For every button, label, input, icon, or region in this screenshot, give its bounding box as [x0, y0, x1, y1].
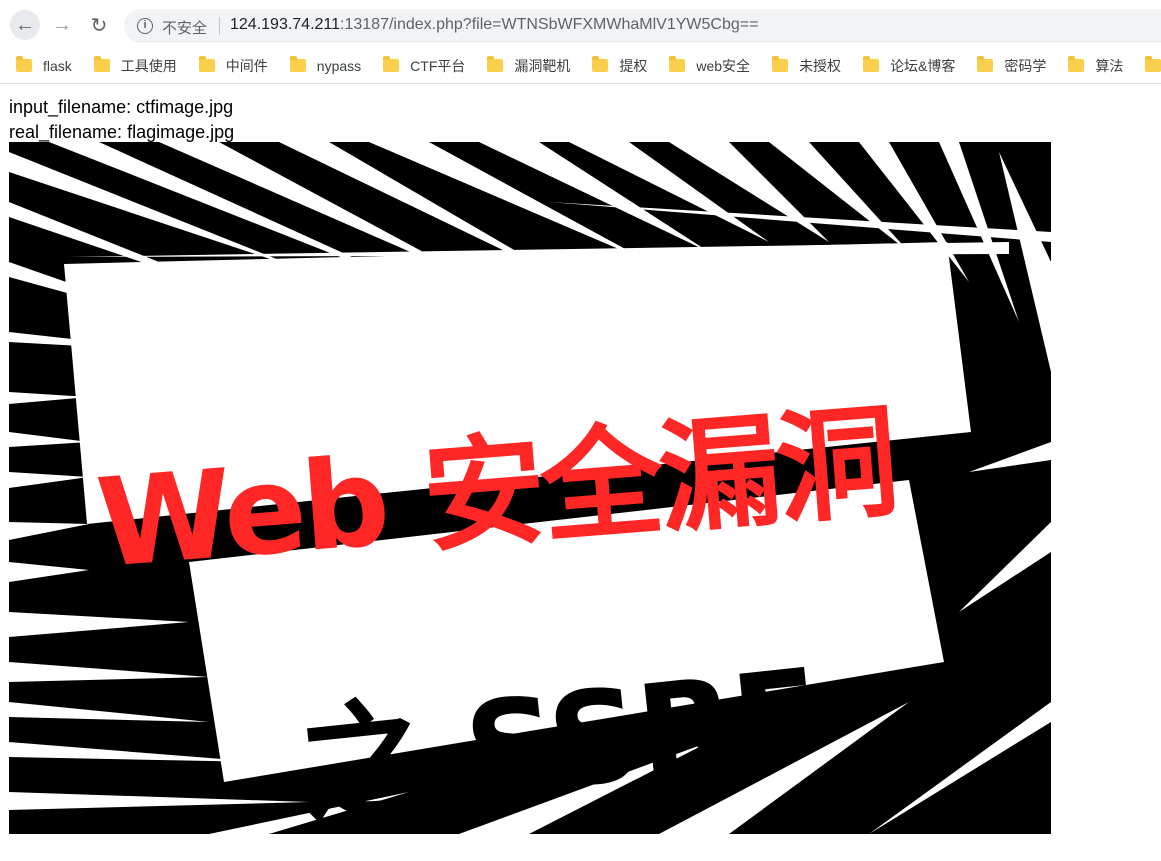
bookmark-folder[interactable]: nypass	[289, 56, 362, 74]
bookmark-folder[interactable]: CTF平台	[383, 56, 465, 76]
info-icon[interactable]: i	[137, 18, 153, 34]
bookmark-folder[interactable]: 工具使用	[93, 56, 177, 76]
bookmark-folder[interactable]: 提权	[592, 56, 647, 76]
bookmark-label: web安全	[696, 57, 751, 74]
address-bar[interactable]: i 不安全 124.193.74.211:13187/index.php?fil…	[124, 9, 1161, 43]
folder-icon	[198, 56, 215, 72]
url-text[interactable]: 124.193.74.211:13187/index.php?file=WTNS…	[230, 16, 758, 34]
bookmark-folder[interactable]: 中间件	[198, 56, 268, 76]
reload-button[interactable]: ↻	[84, 10, 114, 40]
forward-button[interactable]: →	[47, 10, 77, 40]
bookmark-label: 算法	[1095, 57, 1124, 74]
url-path: :13187/index.php?file=WTNSbWFXMWhaMlV1YW…	[340, 16, 759, 33]
bookmark-label: CTF平台	[410, 57, 466, 74]
folder-icon	[16, 56, 32, 72]
bookmark-label: 漏洞靶机	[514, 57, 571, 74]
input-filename-line: input_filename: ctfimage.jpg	[9, 97, 234, 117]
arrow-right-icon: →	[52, 13, 72, 36]
url-host: 124.193.74.211	[230, 16, 341, 33]
bookmark-folder[interactable]: web安全	[669, 56, 750, 76]
bookmarks-bar: flask 工具使用 中间件 nypass CTF平台 漏洞靶机 提权 web安…	[0, 48, 1161, 84]
bookmark-label: 提权	[619, 57, 648, 74]
browser-toolbar: ← → ↻ i 不安全 124.193.74.211:13187/index.p…	[0, 0, 1161, 48]
folder-icon	[289, 56, 306, 72]
bookmark-folder[interactable]: flask	[16, 56, 72, 74]
omnibox-divider	[219, 17, 220, 35]
bookmark-label: 中间件	[225, 57, 268, 74]
arrow-left-icon: ←	[15, 13, 35, 36]
bookmark-folder[interactable]: 未授权	[772, 56, 841, 76]
bookmark-label: nypass	[316, 57, 362, 74]
folder-icon	[977, 56, 994, 72]
bookmark-label: 未授权	[799, 57, 842, 74]
bookmark-folder[interactable]: 漏洞靶机	[487, 56, 570, 76]
back-button[interactable]: ←	[10, 10, 40, 40]
folder-icon	[487, 56, 504, 72]
bookmark-folder[interactable]: 算法	[1068, 56, 1123, 76]
folder-icon	[772, 56, 789, 72]
bookmark-folder[interactable]: 论坛&博客	[863, 56, 955, 76]
bookmark-label: 密码学	[1004, 57, 1047, 74]
bookmark-label: 论坛&博客	[890, 57, 956, 74]
reload-icon: ↻	[90, 14, 108, 37]
banner-image: Web 安全漏洞 之 SSRF	[9, 142, 1051, 834]
page-content: input_filename: ctfimage.jpg real_filena…	[9, 95, 234, 145]
folder-icon	[93, 56, 110, 72]
bookmark-folder[interactable]: 密码学	[977, 56, 1046, 76]
bookmark-label: 工具使用	[120, 57, 177, 74]
folder-icon	[383, 56, 400, 72]
folder-icon	[863, 56, 880, 72]
folder-icon	[1145, 56, 1161, 72]
folder-icon	[1068, 56, 1085, 72]
bookmark-folder[interactable]: 权限	[1145, 56, 1161, 76]
folder-icon	[669, 56, 686, 72]
security-label[interactable]: 不安全	[162, 17, 207, 38]
folder-icon	[592, 56, 609, 72]
bookmark-label: flask	[43, 57, 72, 74]
